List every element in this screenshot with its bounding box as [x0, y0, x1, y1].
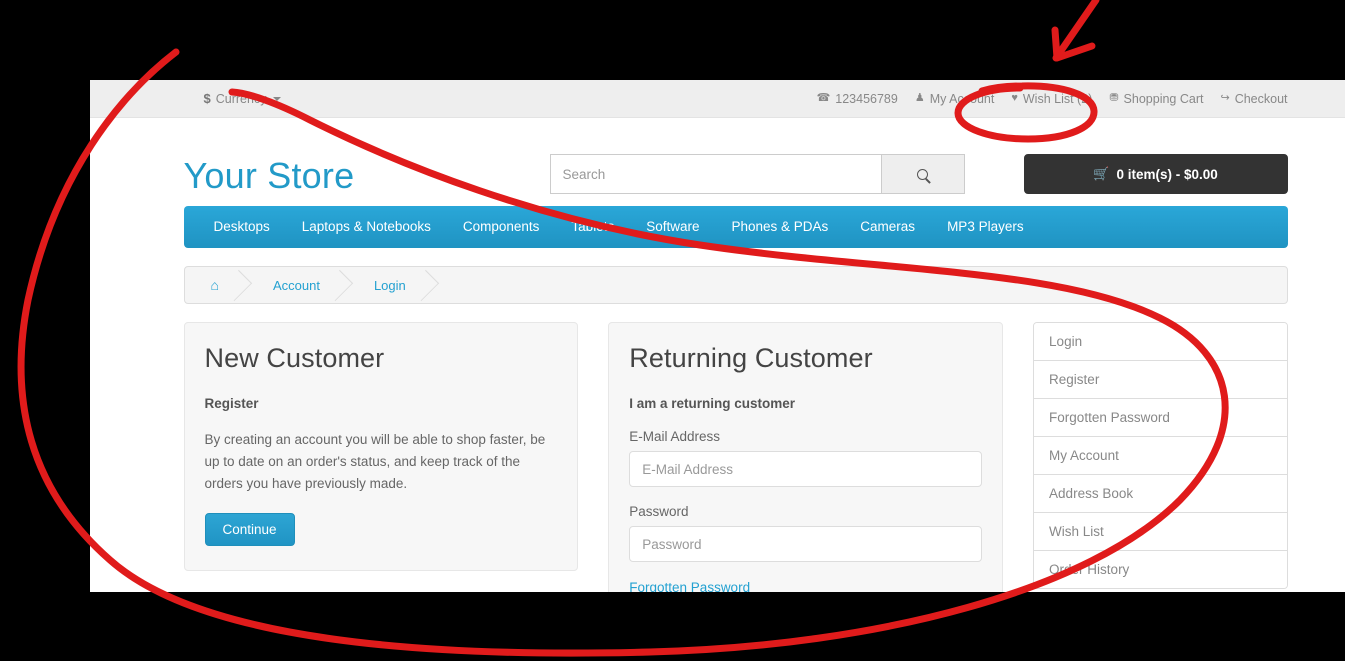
top-link-label: Checkout [1234, 91, 1288, 106]
account-sidebar: Login Register Forgotten Password My Acc… [1033, 322, 1288, 589]
top-link-label: Shopping Cart [1123, 91, 1204, 106]
forgotten-password-link[interactable]: Forgotten Password [629, 580, 750, 592]
top-links: ☎ 123456789 ♟ My Account ♥ Wish List (2)… [817, 92, 1288, 106]
nav-item-software[interactable]: Software [630, 206, 715, 248]
cart-total-label: 0 item(s) - $0.00 [1116, 166, 1218, 182]
nav-item-desktops[interactable]: Desktops [198, 206, 286, 248]
email-field[interactable] [629, 451, 983, 487]
continue-button[interactable]: Continue [204, 512, 295, 546]
new-customer-title: New Customer [204, 343, 385, 373]
search-icon [917, 168, 928, 180]
currency-label: Currency [215, 91, 267, 106]
breadcrumb-item-account[interactable]: Account [247, 267, 348, 303]
nav-item-phones-pdas[interactable]: Phones & PDAs [715, 206, 844, 248]
sidebar-item-login[interactable]: Login [1034, 323, 1287, 361]
heart-icon: ♥ [1011, 92, 1018, 104]
account-list-group: Login Register Forgotten Password My Acc… [1033, 322, 1288, 589]
breadcrumb-home[interactable]: ⌂ [185, 267, 247, 303]
top-link-shopping-cart[interactable]: ⛃ Shopping Cart [1109, 92, 1203, 106]
top-link-my-account[interactable]: ♟ My Account [915, 92, 995, 106]
sidebar-item-address-book[interactable]: Address Book [1034, 475, 1287, 513]
sidebar-item-my-account[interactable]: My Account [1034, 437, 1287, 475]
site-logo[interactable]: Your Store [184, 158, 355, 194]
pointer-arrow-head [1051, 26, 1096, 62]
search-button[interactable] [880, 154, 965, 194]
returning-customer-subtitle: I am a returning customer [629, 396, 796, 411]
nav-item-components[interactable]: Components [447, 206, 556, 248]
password-field[interactable] [629, 526, 983, 562]
currency-dropdown[interactable]: $ Currency [204, 91, 282, 106]
breadcrumb-item-login[interactable]: Login [348, 267, 434, 303]
sidebar-item-wish-list[interactable]: Wish List [1034, 513, 1287, 551]
home-icon: ⌂ [210, 277, 219, 293]
sidebar-item-register[interactable]: Register [1034, 361, 1287, 399]
nav-item-cameras[interactable]: Cameras [844, 206, 931, 248]
dollar-icon: $ [203, 91, 211, 106]
sidebar-item-order-history[interactable]: Order History [1034, 551, 1287, 588]
search-group [549, 154, 965, 194]
top-link-label: 123456789 [835, 91, 898, 106]
main-navigation: Desktops Laptops & Notebooks Components … [183, 206, 1288, 248]
new-customer-subtitle: Register [204, 396, 259, 411]
cart-icon: ⛃ [1109, 92, 1119, 104]
phone-icon: ☎ [816, 92, 831, 104]
email-label: E-Mail Address [629, 429, 721, 444]
sidebar-item-forgotten-password[interactable]: Forgotten Password [1034, 399, 1287, 437]
top-link-label: My Account [929, 91, 995, 106]
nav-item-mp3-players[interactable]: MP3 Players [931, 206, 1040, 248]
breadcrumb-wrapper: ⌂ Account Login [148, 248, 1288, 304]
top-link-telephone[interactable]: ☎ 123456789 [817, 92, 898, 106]
browser-page: $ Currency ☎ 123456789 ♟ My Account ♥ Wi… [90, 80, 1345, 592]
nav-item-tablets[interactable]: Tablets [555, 206, 630, 248]
password-label: Password [629, 504, 689, 519]
chevron-down-icon [273, 96, 282, 101]
top-link-wish-list[interactable]: ♥ Wish List (2) [1011, 92, 1092, 106]
share-arrow-icon: ↪ [1220, 92, 1230, 104]
search-input[interactable] [549, 154, 881, 194]
user-icon: ♟ [914, 92, 925, 104]
screenshot-root: $ Currency ☎ 123456789 ♟ My Account ♥ Wi… [0, 0, 1345, 661]
pointer-arrow-shaft [1052, 0, 1100, 62]
logo-column: Your Store [184, 140, 550, 194]
returning-customer-panel: Returning Customer I am a returning cust… [608, 322, 1004, 592]
cart-total-button[interactable]: 🛒 0 item(s) - $0.00 [1023, 154, 1288, 194]
main-nav-wrapper: Desktops Laptops & Notebooks Components … [148, 206, 1288, 248]
top-link-checkout[interactable]: ↪ Checkout [1220, 92, 1287, 106]
breadcrumb: ⌂ Account Login [183, 266, 1288, 304]
returning-customer-title: Returning Customer [629, 343, 873, 373]
top-link-label: Wish List (2) [1022, 91, 1093, 106]
new-customer-description: By creating an account you will be able … [204, 432, 546, 491]
search-column [549, 140, 965, 194]
nav-item-laptops-notebooks[interactable]: Laptops & Notebooks [286, 206, 447, 248]
site-header: Your Store 🛒 0 item(s) - $0.00 [148, 118, 1288, 206]
cart-column: 🛒 0 item(s) - $0.00 [965, 140, 1288, 194]
new-customer-panel: New Customer Register By creating an acc… [183, 322, 579, 571]
page-content: New Customer Register By creating an acc… [148, 304, 1288, 592]
top-utility-bar: $ Currency ☎ 123456789 ♟ My Account ♥ Wi… [90, 80, 1345, 118]
shopping-cart-icon: 🛒 [1093, 166, 1110, 181]
